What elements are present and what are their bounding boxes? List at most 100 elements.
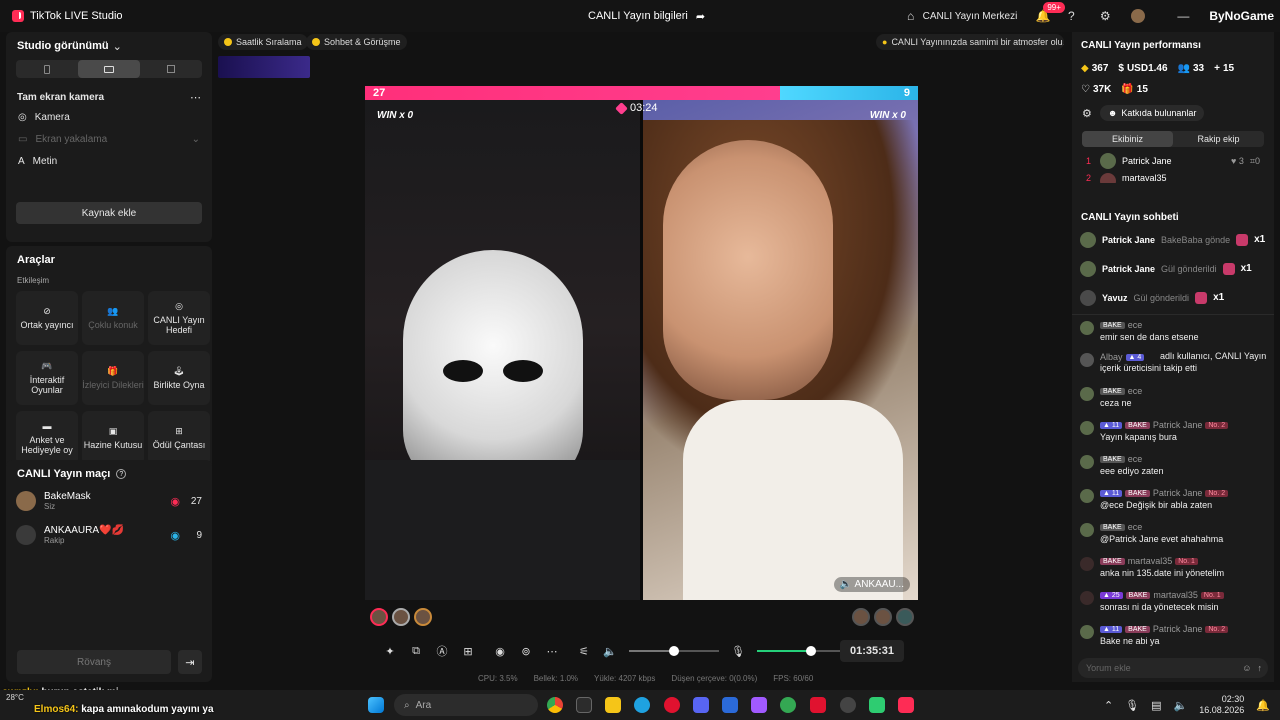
contributors-button[interactable]: ☻ Katkıda bulunanlar: [1099, 105, 1205, 121]
tool-co-host[interactable]: ⊘ Ortak yayıncı: [16, 291, 78, 345]
slider-knob[interactable]: [669, 646, 679, 656]
tool-viewer-wishes[interactable]: 🎁 İzleyici Dilekleri: [82, 351, 144, 405]
add-scene-icon[interactable]: ⊞: [461, 644, 475, 658]
gifter-avatar[interactable]: [392, 608, 410, 626]
profile-avatar[interactable]: [1131, 9, 1146, 23]
settings-gear-icon[interactable]: ⚙: [1097, 8, 1113, 24]
ranking-row[interactable]: 2 martaval35: [1072, 173, 1274, 183]
speaker-icon[interactable]: 🔈: [603, 644, 617, 658]
portrait-layout-button[interactable]: [16, 60, 78, 78]
chat-message[interactable]: BAKE martaval35 No. 1 anka nin 135.date in…: [1072, 556, 1274, 578]
dual-layout-button[interactable]: [140, 60, 202, 78]
help-icon[interactable]: ?: [1063, 8, 1079, 24]
file-explorer-icon[interactable]: [605, 697, 621, 713]
sliders-icon[interactable]: ⚟: [577, 644, 591, 658]
send-icon[interactable]: ↑: [1258, 663, 1263, 673]
exit-icon[interactable]: ⇥: [178, 650, 202, 674]
gifter-avatar[interactable]: [896, 608, 914, 626]
discord-icon[interactable]: [693, 697, 709, 713]
obs-icon[interactable]: [840, 697, 856, 713]
chat-message[interactable]: ▲ 11 BAKE Patrick Jane No. 2 @ece Değişik b…: [1072, 488, 1274, 510]
mail-icon[interactable]: [722, 697, 738, 713]
effects-icon[interactable]: ⧉: [409, 644, 423, 658]
chat-message[interactable]: BAKE ece @Patrick Jane evet ahahahma: [1072, 522, 1274, 544]
network-icon[interactable]: ▤: [1151, 699, 1161, 712]
chevron-up-icon[interactable]: ⌃: [1104, 699, 1113, 712]
more-icon[interactable]: ⋯: [545, 644, 559, 658]
source-item-screen-capture[interactable]: ▭ Ekran yakalama ⌄: [6, 128, 212, 150]
rematch-button[interactable]: Rövanş: [17, 650, 171, 674]
avatar: [1100, 153, 1116, 169]
clock[interactable]: 02:30 16.08.2026: [1199, 694, 1244, 716]
fan-badge: BAKE: [1100, 387, 1125, 395]
ranking-row[interactable]: 1 Patrick Jane ♥ 3 ⌗0: [1072, 149, 1274, 173]
youtube-icon[interactable]: [810, 697, 826, 713]
ai-icon[interactable]: Ⓐ: [435, 644, 449, 658]
tip-chip[interactable]: ● CANLI Yayınınızda samimi bir atmosfer o…: [876, 34, 1064, 50]
tool-poll[interactable]: ▬ Anket ve Hediyeyle oy: [16, 411, 78, 465]
weather-widget[interactable]: 28°C: [6, 693, 24, 703]
app-icon[interactable]: [751, 697, 767, 713]
chat-message[interactable]: Albay ▲ 4 adlı kullanıcı, CANLI Yayın içe…: [1072, 351, 1274, 374]
tool-treasure-box[interactable]: ▣ Hazine Kutusu: [82, 411, 144, 465]
chat-message[interactable]: ▲ 25 BAKE martaval35 No. 1 sonrası ni da yö…: [1072, 590, 1274, 612]
chrome-icon[interactable]: [547, 697, 563, 713]
fan-badge: BAKE: [1125, 421, 1150, 429]
chat-message[interactable]: BAKE ece emir sen de dans etsene: [1072, 320, 1274, 342]
opera-icon[interactable]: [664, 697, 680, 713]
source-item-text[interactable]: A Metin: [6, 150, 212, 172]
comment-input[interactable]: Yorum ekle ☺ ↑: [1078, 658, 1268, 678]
gifter-avatar[interactable]: [874, 608, 892, 626]
taskbar-search[interactable]: ⌕ Ara: [394, 694, 538, 716]
speaker-volume-slider[interactable]: [629, 646, 719, 656]
magic-wand-icon[interactable]: ✦: [383, 644, 397, 658]
user-settings-icon[interactable]: ⚙: [1082, 107, 1092, 120]
microphone-icon[interactable]: 🎙: [1125, 699, 1139, 712]
studio-view-dropdown[interactable]: Studio görünümü ⌄: [6, 32, 212, 54]
info-icon[interactable]: ?: [116, 469, 127, 479]
emoji-icon[interactable]: ☺: [1242, 663, 1251, 673]
microphone-icon[interactable]: 🎙: [731, 644, 745, 658]
chat-message[interactable]: BAKE ece eee ediyo zaten: [1072, 454, 1274, 476]
chat-message[interactable]: BAKE ece ceza ne: [1072, 386, 1274, 408]
tool-multi-guest[interactable]: 👥 Çoklu konuk: [82, 291, 144, 345]
tool-reward-bag[interactable]: ⊞ Ödül Çantası: [148, 411, 210, 465]
live-center-button[interactable]: ⌂ CANLI Yayın Merkezi: [903, 8, 1017, 24]
stat-value: 33: [1192, 63, 1205, 74]
landscape-layout-button[interactable]: [78, 60, 140, 78]
add-source-button[interactable]: Kaynak ekle: [16, 202, 202, 224]
tiktok-studio-icon[interactable]: [898, 697, 914, 713]
more-options-icon[interactable]: ⋯: [190, 91, 201, 104]
tool-play-together[interactable]: 🕹 Birlikte Oyna: [148, 351, 210, 405]
tool-interactive-games[interactable]: 🎮 İnteraktif Oyunlar: [16, 351, 78, 405]
chat-message[interactable]: ▲ 11 BAKE Patrick Jane No. 2 Bake ne abi ya: [1072, 624, 1274, 646]
live-info-button[interactable]: CANLI Yayın bilgileri ➦: [588, 10, 705, 23]
windows-start-icon[interactable]: [368, 697, 384, 713]
rival-name-tag[interactable]: 🔈 ANKAAU...: [833, 577, 910, 592]
source-item-camera[interactable]: ◎ Kamera: [6, 106, 212, 128]
fullscreen-camera-dropdown[interactable]: Tam ekran kamera: [17, 92, 104, 103]
gifter-avatar[interactable]: [370, 608, 388, 626]
edge-icon[interactable]: [634, 697, 650, 713]
mic-volume-slider[interactable]: [757, 646, 847, 656]
chat-meet-chip[interactable]: Sohbet & Görüşme: [306, 34, 407, 50]
volume-icon[interactable]: 🔈: [1174, 699, 1188, 712]
stream-icon[interactable]: ⊚: [519, 644, 533, 658]
minimize-icon[interactable]: —: [1175, 8, 1191, 24]
fan-badge: BAKE: [1100, 455, 1125, 463]
record-icon[interactable]: ◉: [493, 644, 507, 658]
event-banner-image[interactable]: [218, 56, 310, 78]
notification-icon[interactable]: 🔔: [1256, 699, 1270, 712]
tool-live-goal[interactable]: ◎ CANLI Yayın Hedefi: [148, 291, 210, 345]
gifter-avatar[interactable]: [852, 608, 870, 626]
chrome-icon[interactable]: [780, 697, 796, 713]
slider-knob[interactable]: [806, 646, 816, 656]
hourly-rank-chip[interactable]: Saatlik Sıralama: [218, 34, 308, 50]
bell-icon[interactable]: 🔔 99+: [1035, 2, 1065, 24]
tab-your-team[interactable]: Ekibiniz: [1082, 131, 1173, 147]
tab-rival-team[interactable]: Rakip ekip: [1173, 131, 1264, 147]
chat-message[interactable]: ▲ 11 BAKE Patrick Jane No. 2 Yayın kapanış …: [1072, 420, 1274, 442]
xbox-icon[interactable]: [869, 697, 885, 713]
gifter-avatar[interactable]: [414, 608, 432, 626]
task-view-icon[interactable]: [576, 697, 592, 713]
